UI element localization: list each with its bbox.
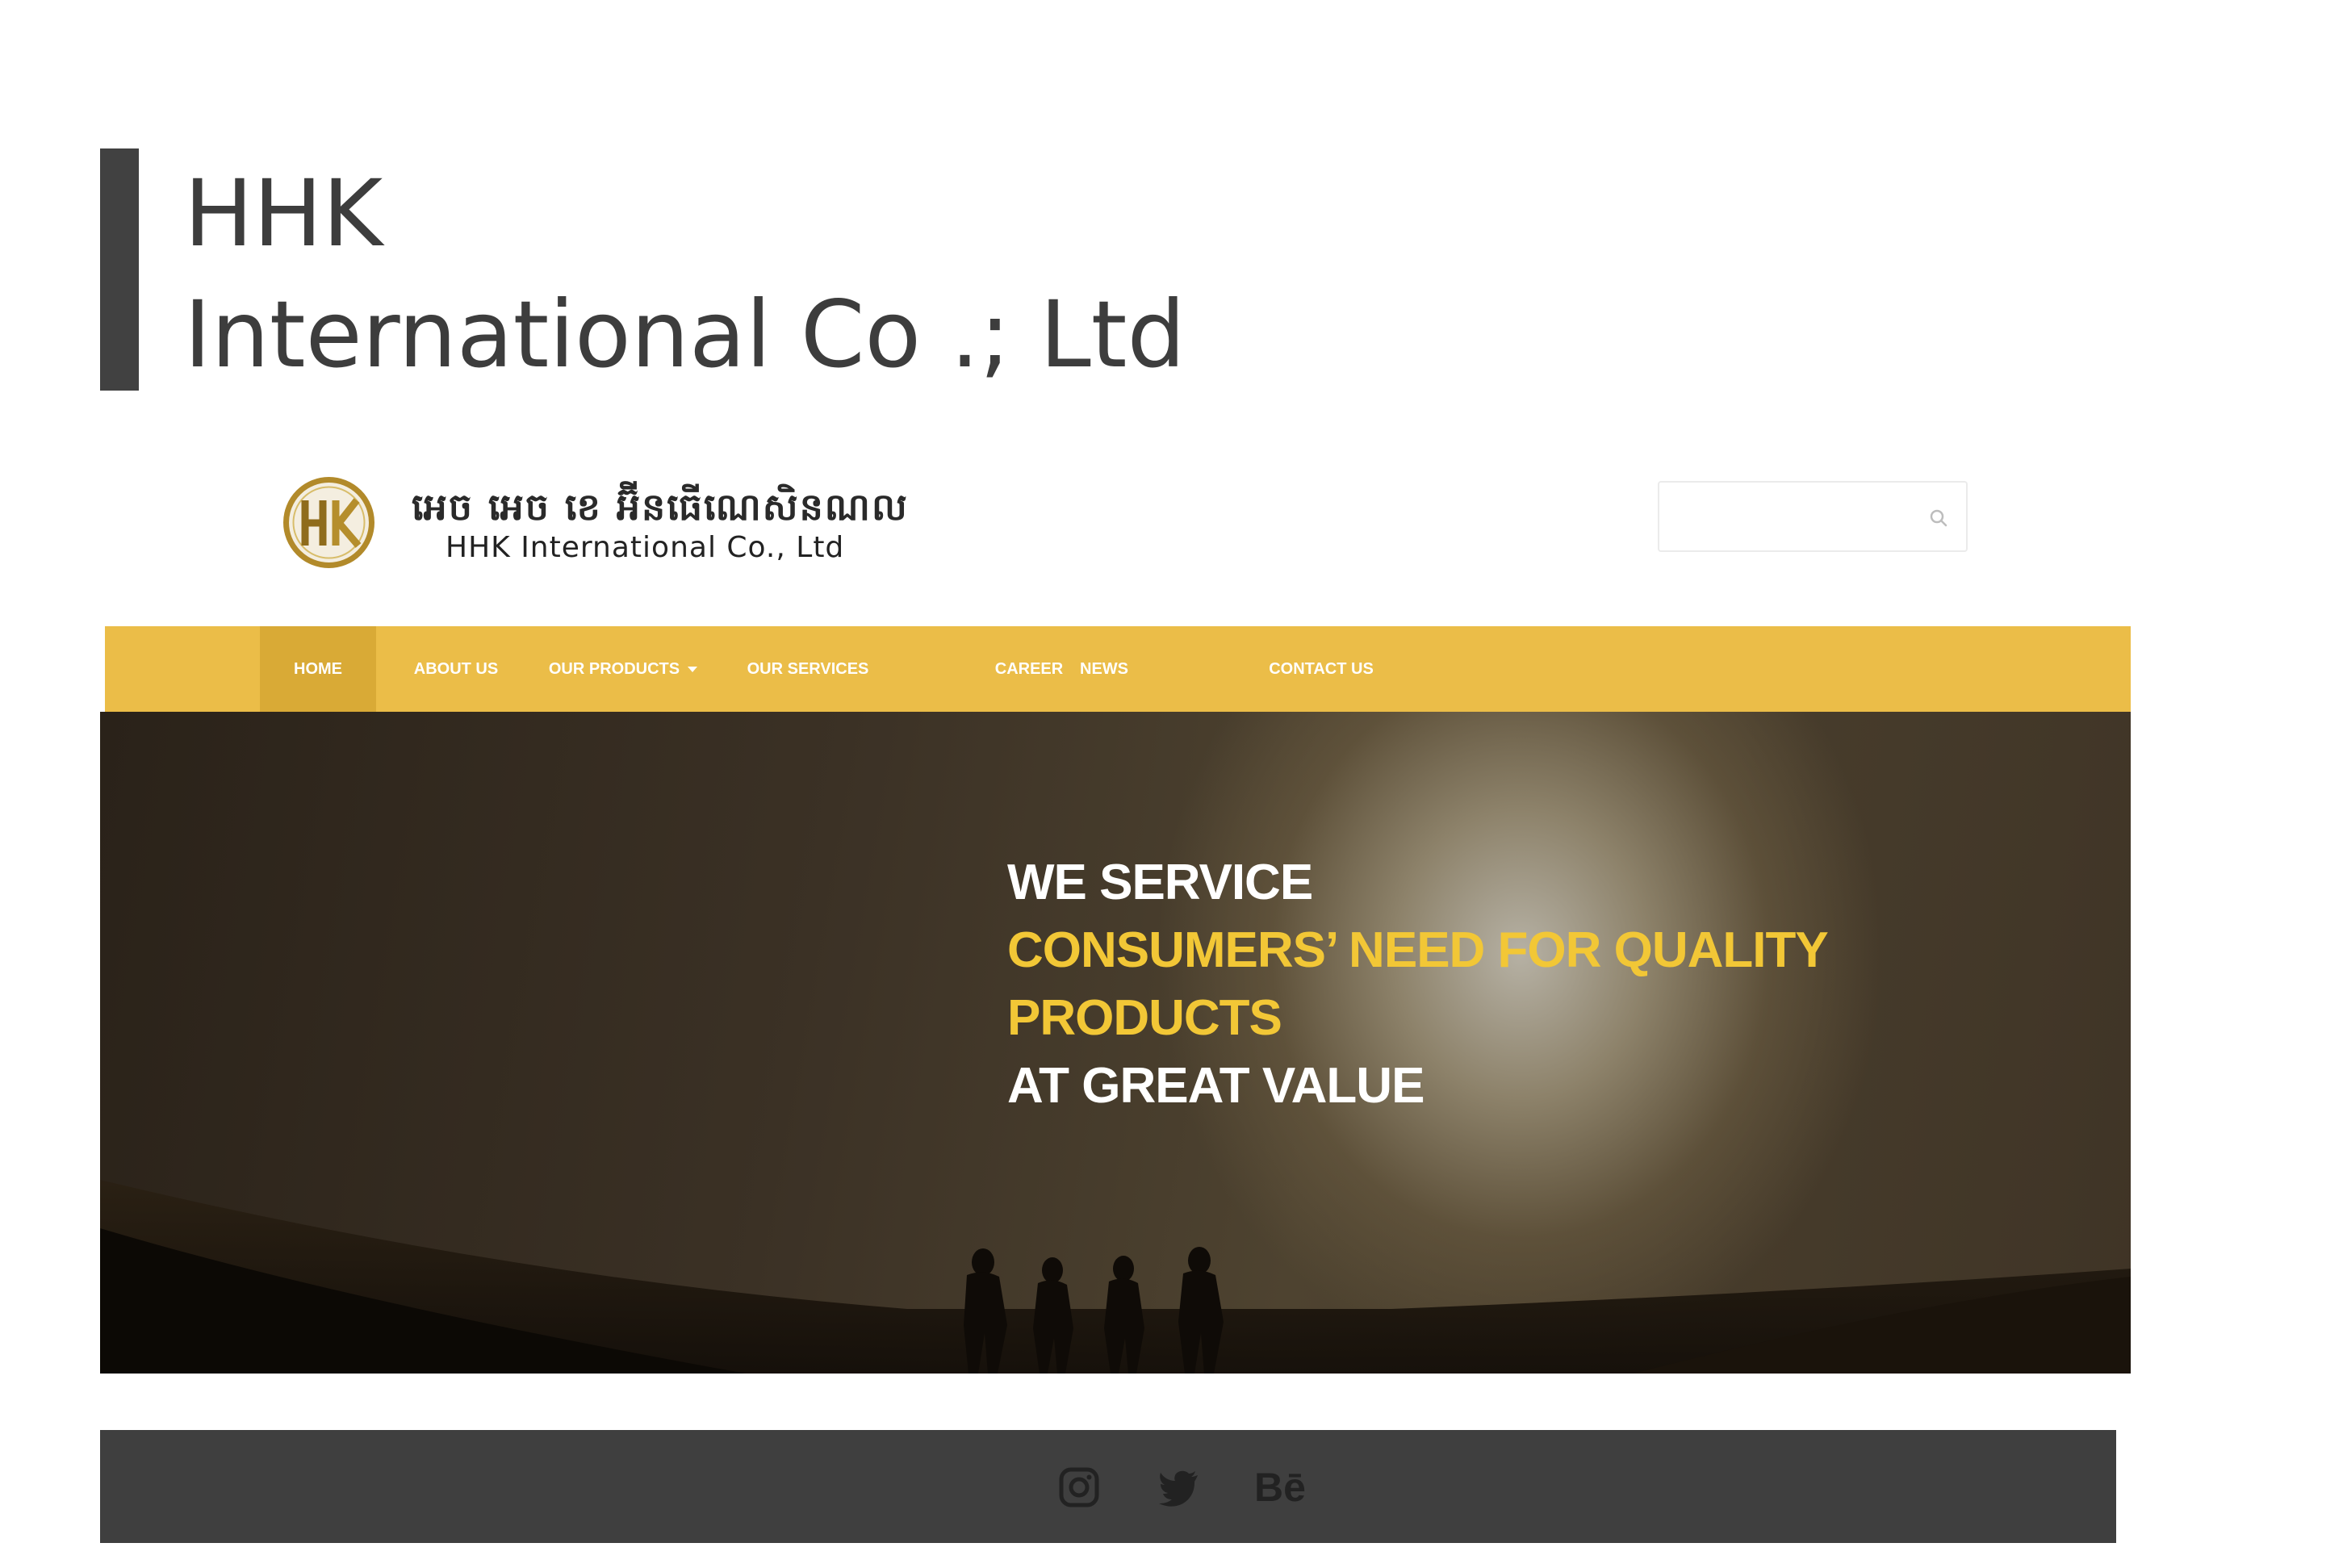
nav-our-products-label: OUR PRODUCTS xyxy=(548,659,680,678)
hero-headline: WE SERVICE CONSUMERS’ NEED FOR QUALITY P… xyxy=(1007,849,1829,1120)
nav-career[interactable]: CAREER xyxy=(981,626,1077,712)
search-box[interactable] xyxy=(1658,481,1968,552)
behance-icon[interactable]: Bē xyxy=(1254,1466,1306,1509)
main-navbar: HOME ABOUT US OUR PRODUCTS OUR SERVICES … xyxy=(105,626,2131,712)
search-input[interactable] xyxy=(1672,499,1918,536)
nav-home[interactable]: HOME xyxy=(260,626,376,712)
hero-line-3: PRODUCTS xyxy=(1007,990,1282,1046)
nav-news-label: NEWS xyxy=(1080,659,1128,678)
nav-home-label: HOME xyxy=(294,659,342,678)
title-accent-bar xyxy=(100,148,139,391)
hero-line-1: WE SERVICE xyxy=(1007,855,1313,910)
hhk-logo-icon[interactable] xyxy=(282,476,375,569)
nav-about-us-label: ABOUT US xyxy=(413,659,499,678)
page-title-line1: HHK xyxy=(184,160,383,267)
nav-our-products[interactable]: OUR PRODUCTS xyxy=(534,626,712,712)
chevron-down-icon xyxy=(688,666,698,672)
page-title: HHK International Co .; Ltd xyxy=(184,153,1186,395)
footer-bar: Bē xyxy=(100,1430,2116,1543)
nav-news[interactable]: NEWS xyxy=(1067,626,1141,712)
nav-about-us[interactable]: ABOUT US xyxy=(397,626,515,712)
hero-line-4: AT GREAT VALUE xyxy=(1007,1058,1425,1114)
nav-our-services-label: OUR SERVICES xyxy=(747,659,869,678)
page-title-line2: International Co .; Ltd xyxy=(184,281,1186,388)
instagram-icon[interactable] xyxy=(1057,1466,1101,1509)
nav-our-services[interactable]: OUR SERVICES xyxy=(733,626,883,712)
hero-banner: WE SERVICE CONSUMERS’ NEED FOR QUALITY P… xyxy=(100,712,2131,1374)
logo-khmer-text: អេច អេច ខេ អ៊ីនធើណេសិនណល xyxy=(412,485,909,529)
search-icon[interactable] xyxy=(1927,507,1950,529)
nav-career-label: CAREER xyxy=(994,659,1064,678)
nav-contact-us[interactable]: CONTACT US xyxy=(1245,626,1398,712)
hero-line-2: CONSUMERS’ NEED FOR QUALITY xyxy=(1007,922,1829,978)
twitter-icon[interactable] xyxy=(1157,1466,1201,1509)
logo-english-text: HHK International Co., Ltd xyxy=(446,531,845,564)
nav-contact-us-label: CONTACT US xyxy=(1269,659,1374,678)
